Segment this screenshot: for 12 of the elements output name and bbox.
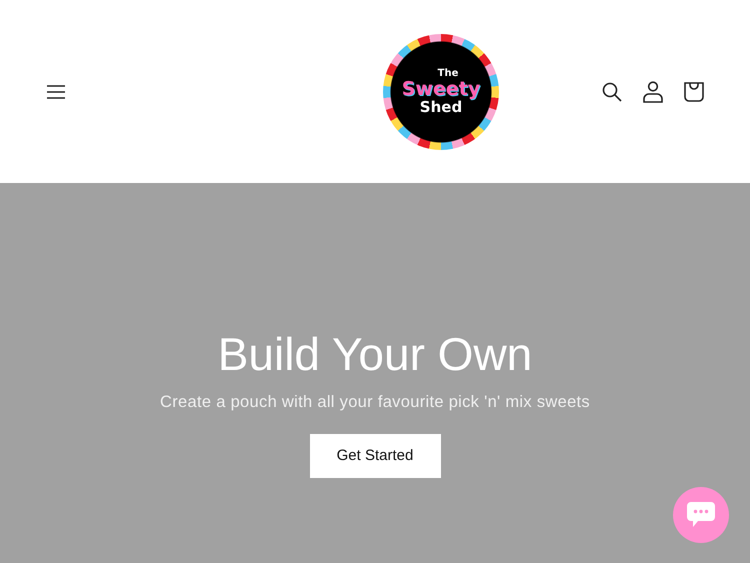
hero-title: Build Your Own [218, 328, 532, 381]
hero-subtitle: Create a pouch with all your favourite pick 'n' mix sweets [160, 392, 590, 412]
logo[interactable]: The Sweety Shed [383, 34, 499, 150]
chat-icon [686, 501, 716, 529]
logo-text: Sweety [402, 80, 480, 98]
logo-text: The [438, 68, 458, 78]
menu-icon[interactable] [46, 84, 66, 100]
logo-text: Shed [420, 100, 462, 114]
get-started-button[interactable]: Get Started [310, 434, 440, 478]
cart-icon[interactable] [684, 82, 704, 102]
search-icon[interactable] [602, 82, 622, 102]
account-icon[interactable] [643, 80, 663, 102]
